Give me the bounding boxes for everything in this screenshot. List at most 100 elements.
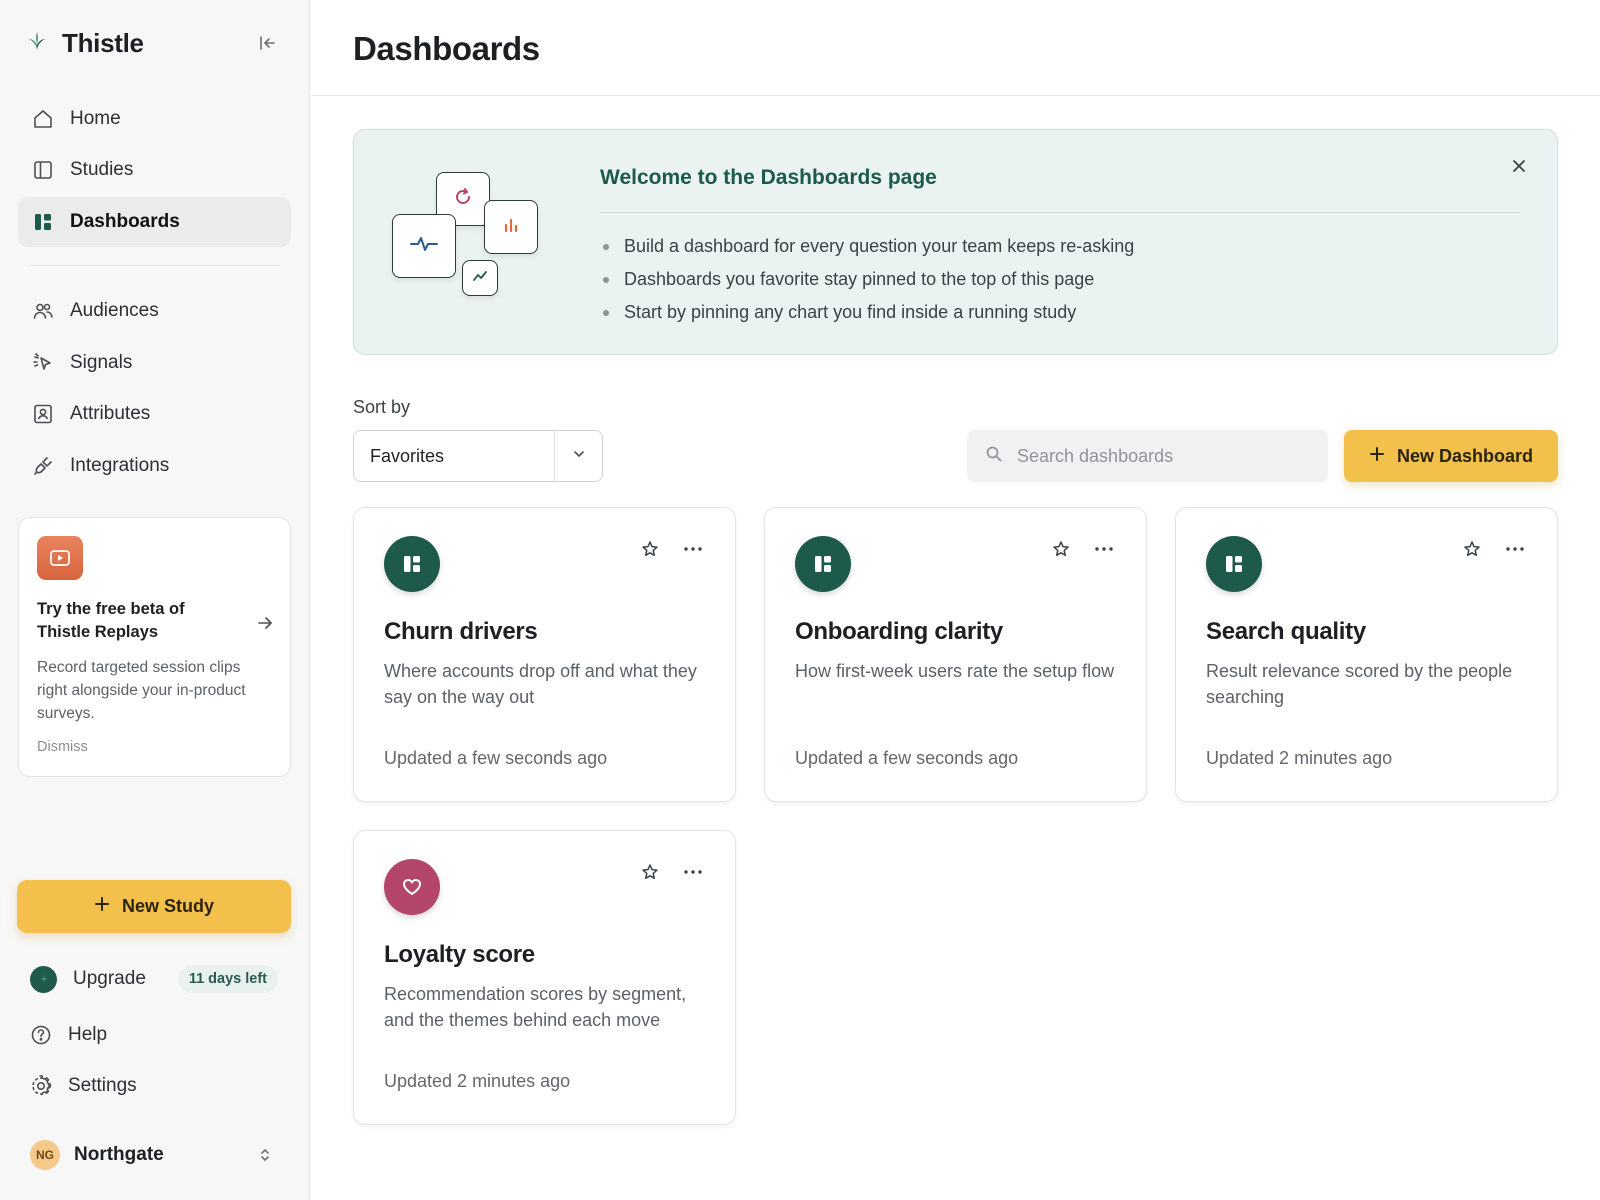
card-updated: Updated 2 minutes ago [1206,748,1393,768]
studies-icon [32,159,54,181]
sidebar: Thistle Home Studies Dashboards Audience… [0,0,310,1200]
welcome-title: Welcome to the Dashboards page [600,166,937,189]
favorite-star-icon[interactable] [639,861,661,883]
sidebar-item-integrations[interactable]: Integrations [18,441,291,491]
promo-dismiss-link[interactable]: Dismiss [37,739,272,755]
promo-title: Try the free beta of Thistle Replays [37,600,185,641]
trend-tile [462,260,498,296]
favorite-star-icon[interactable] [1050,538,1072,560]
card-title: Loyalty score [384,941,535,968]
help-label: Help [68,1024,108,1045]
replays-promo-card: Try the free beta of Thistle Replays Rec… [18,517,291,777]
replay-icon [37,536,83,580]
new-study-label: New Study [121,896,214,916]
sidebar-item-home[interactable]: Home [18,94,291,144]
card-title: Search quality [1206,618,1366,645]
sort-dropdown-toggle[interactable] [554,431,602,481]
heart-icon [384,859,440,915]
new-dashboard-button[interactable]: New Dashboard [1344,430,1558,482]
arrow-right-icon[interactable] [256,614,274,637]
card-title: Onboarding clarity [795,618,1003,645]
sidebar-item-dashboards[interactable]: Dashboards [18,197,291,247]
dashboard-card[interactable]: Loyalty score Recommendation scores by s… [353,830,736,1125]
help-icon [30,1024,52,1046]
sidebar-item-label: Signals [70,352,133,373]
new-study-button[interactable]: New Study [17,880,291,933]
app-name: Thistle [62,28,144,58]
welcome-bullet: Start by pinning any chart you find insi… [600,296,1134,329]
sort-label: Sort by [353,397,411,417]
sidebar-item-label: Audiences [70,300,159,321]
welcome-bullet: Dashboards you favorite stay pinned to t… [600,263,1134,296]
bar-chart-icon [501,215,521,240]
dashboard-card[interactable]: Churn drivers Where accounts drop off an… [353,507,736,802]
sidebar-item-studies[interactable]: Studies [18,145,291,195]
sidebar-item-label: Integrations [70,455,170,476]
more-options-icon[interactable] [679,861,707,883]
sidebar-item-help[interactable]: Help [30,1018,107,1052]
dashboard-icon [795,536,851,592]
attributes-icon [32,403,54,425]
promo-body: Record targeted session clips right alon… [37,659,246,722]
favorite-star-icon[interactable] [1461,538,1483,560]
page-title: Dashboards [353,30,540,67]
new-dashboard-label: New Dashboard [1396,445,1534,466]
trial-days-badge: 11 days left [177,965,278,993]
favorite-star-icon[interactable] [639,538,661,560]
upgrade-icon [30,965,57,993]
card-description: Where accounts drop off and what they sa… [384,661,697,707]
welcome-banner: Welcome to the Dashboards page Build a d… [353,129,1558,355]
sidebar-item-attributes[interactable]: Attributes [18,389,291,439]
sidebar-item-label: Studies [70,159,134,180]
bar-chart-tile [484,200,538,254]
sort-select[interactable]: Favorites [353,430,603,482]
collapse-left-icon [257,33,277,58]
page-header: Dashboards [311,0,1600,96]
more-options-icon[interactable] [1090,538,1118,560]
welcome-bullet: Build a dashboard for every question you… [600,230,1134,263]
welcome-bullets: Build a dashboard for every question you… [600,230,1134,329]
settings-label: Settings [68,1075,137,1096]
sidebar-item-label: Attributes [70,403,151,424]
pulse-tile [392,214,456,278]
workspace-switcher[interactable]: NG Northgate [30,1138,280,1172]
upgrade-item[interactable]: Upgrade 11 days left [30,962,280,996]
sidebar-item-label: Home [70,108,121,129]
collapse-sidebar-button[interactable] [254,32,280,58]
plus-icon [94,896,110,917]
sort-selected-value: Favorites [370,445,445,466]
more-options-icon[interactable] [1501,538,1529,560]
sidebar-item-signals[interactable]: Signals [18,338,291,388]
card-title: Churn drivers [384,618,538,645]
upgrade-label: Upgrade [73,968,146,989]
close-icon [1511,158,1527,179]
sidebar-divider [30,265,280,266]
card-description: Recommendation scores by segment, and th… [384,984,687,1030]
gear-icon [30,1075,52,1097]
plug-icon [32,455,54,477]
search-input[interactable] [1017,445,1307,467]
dashboard-icon [384,536,440,592]
card-updated: Updated a few seconds ago [795,748,1019,768]
sidebar-item-audiences[interactable]: Audiences [18,286,291,336]
search-dashboards[interactable] [967,430,1328,482]
card-description: Result relevance scored by the people se… [1206,661,1513,707]
thistle-logo-icon [26,29,48,58]
dashboard-card[interactable]: Search quality Result relevance scored b… [1175,507,1558,802]
sidebar-item-settings[interactable]: Settings [30,1069,137,1103]
sidebar-item-label: Dashboards [70,211,180,232]
trend-up-icon [472,269,488,288]
brand[interactable]: Thistle [26,28,144,59]
welcome-divider [600,212,1520,213]
workspace-name: Northgate [74,1144,164,1165]
card-updated: Updated a few seconds ago [384,748,608,768]
home-icon [32,108,54,130]
chevron-up-down-icon [258,1146,272,1169]
dashboard-icon [1206,536,1262,592]
more-options-icon[interactable] [679,538,707,560]
close-banner-button[interactable] [1507,156,1531,180]
dashboard-card[interactable]: Onboarding clarity How first-week users … [764,507,1147,802]
main-content: Dashboards Welcome to the Dashboards pag… [311,0,1600,1200]
workspace-avatar: NG [30,1140,60,1170]
plus-icon [1369,446,1385,467]
